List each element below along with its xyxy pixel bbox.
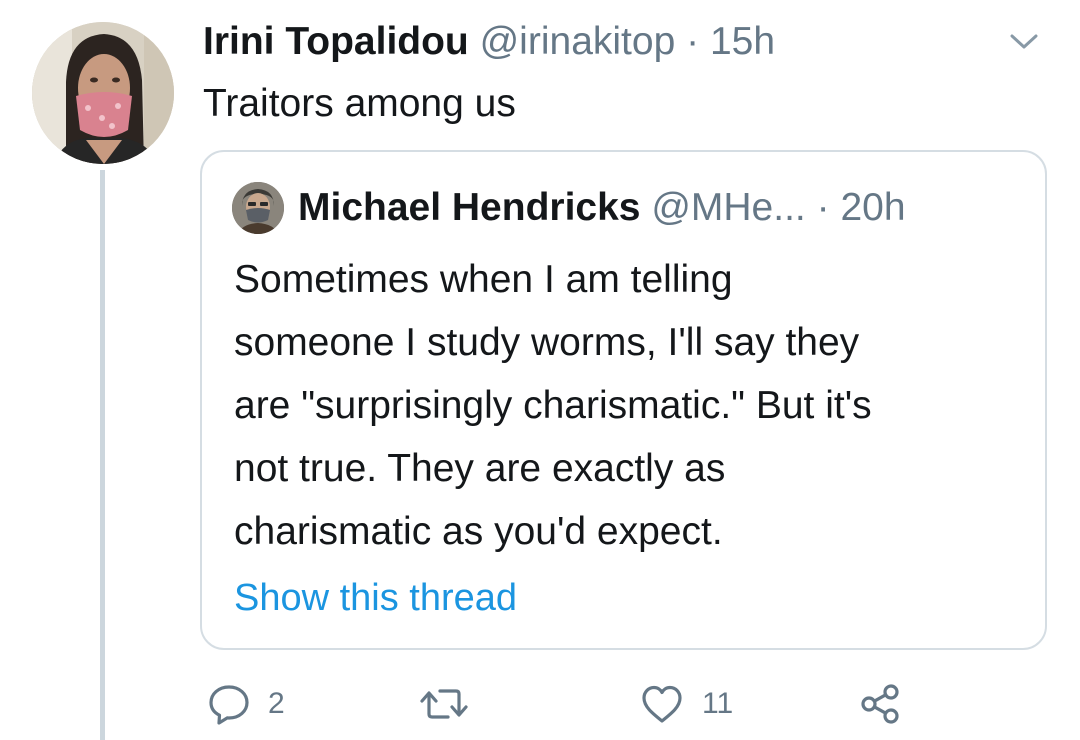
- reply-button[interactable]: 2: [206, 680, 285, 728]
- quoted-author-handle: @MHe...: [651, 186, 806, 229]
- quoted-header-separator: ·: [816, 186, 830, 229]
- show-thread-link[interactable]: Show this thread: [234, 570, 517, 626]
- author-avatar[interactable]: [32, 22, 174, 164]
- quoted-text-line: are "surprisingly charismatic." But it's: [234, 384, 872, 427]
- chevron-down-icon: [1010, 34, 1038, 49]
- reply-count: 2: [268, 687, 285, 720]
- quoted-text-line: not true. They are exactly as: [234, 447, 726, 490]
- tweet-menu-button[interactable]: [1004, 26, 1044, 56]
- quoted-text-line: charismatic as you'd expect.: [234, 510, 723, 553]
- retweet-icon: [420, 689, 468, 719]
- author-handle[interactable]: @irinakitop: [480, 20, 676, 63]
- like-count: 11: [702, 687, 734, 720]
- heart-icon: [642, 685, 682, 723]
- share-icon: [861, 684, 899, 724]
- tweet-timestamp[interactable]: 15h: [710, 20, 775, 63]
- tweet-header: Irini Topalidou @irinakitop · 15h: [203, 14, 775, 70]
- like-button[interactable]: 11: [638, 680, 733, 728]
- author-name[interactable]: Irini Topalidou: [203, 20, 469, 63]
- quoted-tweet-timestamp: 20h: [840, 186, 906, 229]
- quoted-author-avatar: [232, 182, 284, 234]
- header-separator: ·: [686, 20, 700, 63]
- quoted-tweet-text: Sometimes when I am telling someone I st…: [234, 248, 1034, 563]
- quoted-text-line: Sometimes when I am telling: [234, 258, 733, 301]
- retweet-button[interactable]: [418, 680, 486, 728]
- quoted-tweet-card[interactable]: Michael Hendricks @MHe... · 20h Sometime…: [200, 150, 1047, 650]
- thread-connector-line: [100, 170, 105, 740]
- share-button[interactable]: [858, 680, 904, 728]
- quoted-text-line: someone I study worms, I'll say they: [234, 321, 860, 364]
- tweet-text: Traitors among us: [203, 82, 516, 125]
- reply-icon: [209, 685, 249, 725]
- quoted-tweet-header: Michael Hendricks @MHe... · 20h: [298, 180, 906, 236]
- author-avatar-image: [32, 22, 174, 164]
- quoted-author-avatar-image: [232, 182, 284, 234]
- quoted-author-name: Michael Hendricks: [298, 186, 641, 229]
